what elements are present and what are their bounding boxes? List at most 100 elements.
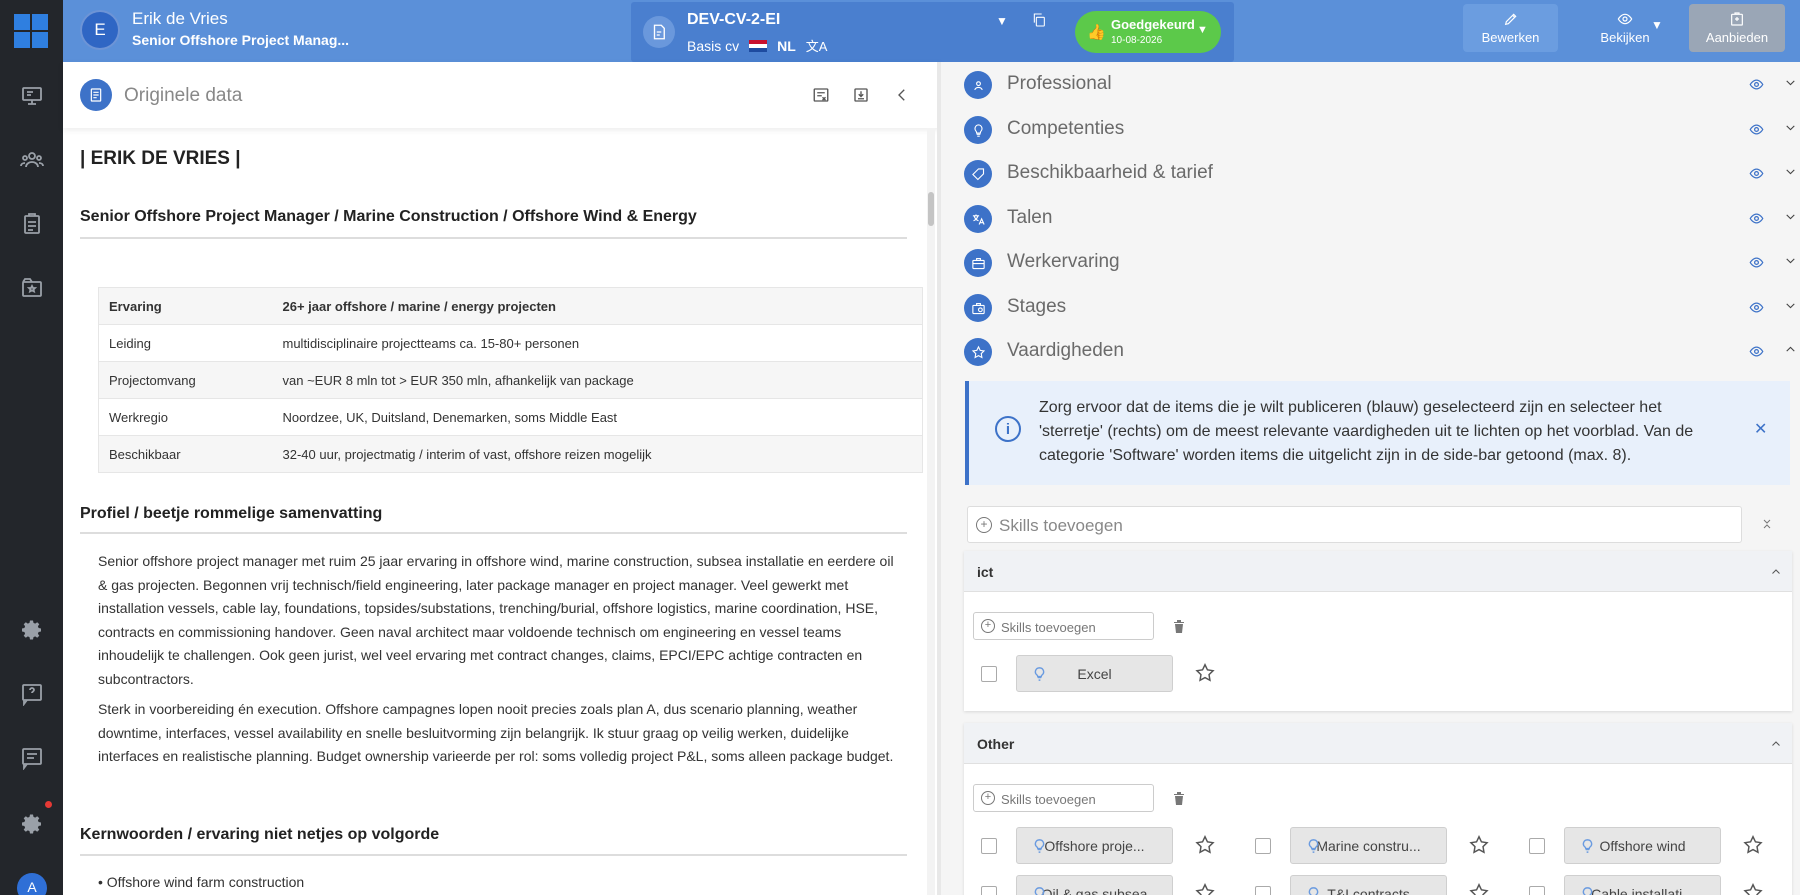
skill-label: Offshore wind	[1599, 837, 1686, 854]
chevron-down-icon[interactable]	[1784, 76, 1798, 90]
eye-icon[interactable]	[1749, 300, 1765, 316]
clipboard-icon[interactable]	[18, 210, 46, 238]
skill-checkbox[interactable]	[1529, 837, 1545, 854]
cv-language: NL	[777, 37, 796, 54]
chevron-down-icon[interactable]: ▼	[1651, 18, 1663, 32]
skill-chip[interactable]: Oil & gas subsea	[1016, 875, 1173, 895]
star-icon[interactable]	[1468, 882, 1492, 895]
panel-title: Originele data	[124, 85, 243, 106]
lightbulb-icon	[1034, 667, 1046, 681]
lightbulb-icon	[1034, 839, 1046, 853]
divider	[80, 854, 907, 856]
section-talen[interactable]: Talen	[964, 198, 1795, 238]
star-icon[interactable]	[1742, 834, 1766, 858]
skill-chip[interactable]: Offshore wind	[1564, 827, 1721, 864]
section-professional[interactable]: Professional	[964, 64, 1795, 104]
section-werkervaring[interactable]: Werkervaring	[964, 242, 1795, 282]
category-header[interactable]: ict	[964, 551, 1792, 592]
chevron-down-icon[interactable]	[1784, 254, 1798, 268]
skill-chip[interactable]: Marine constru...	[1290, 827, 1447, 864]
trash-icon[interactable]	[1173, 619, 1185, 633]
skill-chip[interactable]: Cable installati...	[1564, 875, 1721, 895]
eye-icon[interactable]	[1749, 255, 1765, 271]
pencil-icon	[1504, 13, 1517, 26]
table-value: Noordzee, UK, Duitsland, Denemarken, som…	[272, 398, 923, 436]
star-icon[interactable]	[1742, 882, 1766, 895]
skill-chip[interactable]: Offshore proje...	[1016, 827, 1173, 864]
offer-icon	[1731, 12, 1743, 26]
translate-icon[interactable]: 文A	[806, 36, 828, 55]
skill-category-ict: ict + Skills toevoegen Excel	[964, 551, 1792, 711]
chevron-up-icon[interactable]	[1784, 343, 1798, 357]
chat-icon[interactable]	[18, 744, 46, 772]
collapse-all-icon[interactable]	[1761, 517, 1775, 531]
lightbulb-icon	[1582, 839, 1594, 853]
cv-sections-panel: Professional Competenties Beschikbaarhei…	[941, 62, 1800, 895]
edit-button[interactable]: Bewerken	[1463, 4, 1558, 52]
cv-selector[interactable]: DEV-CV-2-EI Basis cv NL 文A ▼ 👍 Goedgekeu…	[631, 2, 1234, 62]
star-icon[interactable]	[1194, 882, 1218, 895]
star-icon[interactable]	[1194, 834, 1218, 858]
category-header[interactable]: Other	[964, 723, 1792, 764]
table-key: Projectomvang	[98, 361, 273, 399]
chevron-down-icon[interactable]	[1784, 210, 1798, 224]
skill-checkbox[interactable]	[981, 885, 997, 895]
app-logo[interactable]	[14, 14, 48, 48]
chevron-down-icon[interactable]	[1784, 121, 1798, 135]
chevron-up-icon[interactable]	[1770, 737, 1782, 749]
profile-heading: Profiel / beetje rommelige samenvatting	[80, 505, 383, 522]
skill-item: Marine constru...	[1255, 827, 1492, 864]
account-avatar[interactable]: A	[17, 873, 47, 895]
star-icon[interactable]	[1194, 662, 1218, 686]
skill-checkbox[interactable]	[1255, 885, 1271, 895]
keyword-item: • Offshore wind farm construction	[98, 874, 305, 890]
skill-checkbox[interactable]	[1529, 885, 1545, 895]
section-label: Beschikbaarheid & tarief	[1007, 162, 1213, 183]
status-badge[interactable]: 👍 Goedgekeurd 10-08-2026 ▼	[1075, 11, 1221, 53]
settings-icon[interactable]	[18, 616, 46, 644]
lightbulb-icon	[1308, 839, 1320, 853]
scrollbar-thumb[interactable]	[928, 192, 934, 226]
skill-chip[interactable]: T&I contracts	[1290, 875, 1447, 895]
skill-checkbox[interactable]	[981, 665, 997, 682]
offer-button[interactable]: Aanbieden	[1689, 4, 1785, 52]
skill-checkbox[interactable]	[981, 837, 997, 854]
admin-settings-icon[interactable]	[18, 810, 46, 838]
close-icon[interactable]: ✕	[1754, 419, 1767, 439]
folder-star-icon[interactable]	[18, 274, 46, 302]
scrollbar[interactable]	[927, 128, 935, 895]
eye-icon[interactable]	[1749, 122, 1765, 138]
collapse-panel-icon[interactable]	[893, 86, 913, 106]
help-icon[interactable]	[18, 680, 46, 708]
skill-checkbox[interactable]	[1255, 837, 1271, 854]
trash-icon[interactable]	[1173, 791, 1185, 805]
category-skill-input[interactable]: + Skills toevoegen	[973, 784, 1154, 812]
eye-icon[interactable]	[1749, 211, 1765, 227]
eye-icon[interactable]	[1749, 77, 1765, 93]
chevron-down-icon[interactable]: ▼	[996, 14, 1008, 28]
star-icon[interactable]	[1468, 834, 1492, 858]
skill-chip[interactable]: Excel	[1016, 655, 1173, 692]
cv-meta: Basis cv NL 文A	[687, 36, 827, 55]
monitor-icon[interactable]	[18, 82, 46, 110]
section-competenties[interactable]: Competenties	[964, 109, 1795, 149]
skills-add-input[interactable]: + Skills toevoegen	[967, 506, 1742, 543]
category-skill-input[interactable]: + Skills toevoegen	[973, 612, 1154, 640]
users-icon[interactable]	[18, 146, 46, 174]
section-vaardigheden[interactable]: Vaardigheden	[964, 331, 1795, 371]
offer-label: Aanbieden	[1705, 30, 1769, 45]
import-icon[interactable]	[852, 86, 872, 106]
translate-icon	[964, 205, 992, 233]
section-stages[interactable]: Stages	[964, 287, 1795, 327]
table-row: Werkregio Noordzee, UK, Duitsland, Denema…	[98, 398, 923, 436]
chevron-up-icon[interactable]	[1770, 565, 1782, 577]
chevron-down-icon[interactable]	[1784, 165, 1798, 179]
skill-item: Oil & gas subsea	[981, 875, 1218, 895]
clear-format-icon[interactable]	[812, 86, 832, 106]
chevron-down-icon[interactable]	[1784, 299, 1798, 313]
nl-flag-icon	[749, 39, 768, 52]
section-beschikbaarheid[interactable]: Beschikbaarheid & tarief	[964, 153, 1795, 193]
eye-icon[interactable]	[1749, 344, 1765, 360]
eye-icon[interactable]	[1749, 166, 1765, 182]
copy-icon[interactable]	[1031, 12, 1047, 28]
